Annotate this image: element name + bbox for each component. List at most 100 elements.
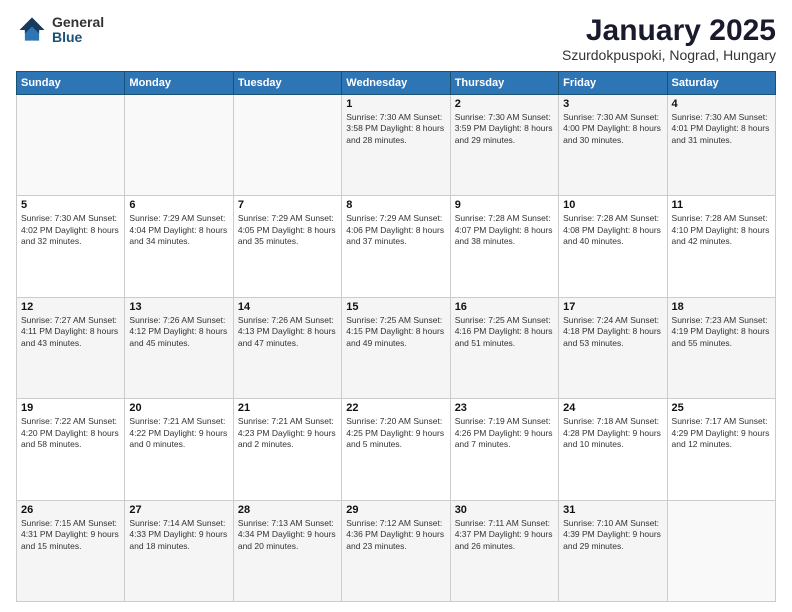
day-content: Sunrise: 7:30 AM Sunset: 3:58 PM Dayligh…: [346, 112, 445, 146]
day-content: Sunrise: 7:30 AM Sunset: 4:00 PM Dayligh…: [563, 112, 662, 146]
day-header-sunday: Sunday: [17, 72, 125, 95]
calendar-cell: 2 Sunrise: 7:30 AM Sunset: 3:59 PM Daylig…: [450, 95, 558, 196]
calendar-cell: 23Sunrise: 7:19 AM Sunset: 4:26 PM Dayli…: [450, 399, 558, 500]
calendar-cell: 6Sunrise: 7:29 AM Sunset: 4:04 PM Daylig…: [125, 196, 233, 297]
day-number: 9: [455, 199, 554, 211]
header-row: SundayMondayTuesdayWednesdayThursdayFrid…: [17, 72, 776, 95]
calendar-cell: 4 Sunrise: 7:30 AM Sunset: 4:01 PM Daylig…: [667, 95, 775, 196]
day-number: 31: [563, 504, 662, 516]
day-number: 19: [21, 402, 120, 414]
calendar-cell: [17, 95, 125, 196]
calendar-week-5: 26 Sunrise: 7:15 AM Sunset: 4:31 PM Dayli…: [17, 500, 776, 601]
day-content: Sunrise: 7:28 AM Sunset: 4:10 PM Dayligh…: [672, 213, 771, 247]
calendar-week-3: 12 Sunrise: 7:27 AM Sunset: 4:11 PM Dayli…: [17, 297, 776, 398]
day-content: Sunrise: 7:30 AM Sunset: 4:01 PM Dayligh…: [672, 112, 771, 146]
day-number: 27: [129, 504, 228, 516]
calendar-title: January 2025: [562, 14, 776, 47]
logo-general-text: General: [52, 15, 104, 30]
calendar-cell: 9 Sunrise: 7:28 AM Sunset: 4:07 PM Daylig…: [450, 196, 558, 297]
day-number: 12: [21, 301, 120, 313]
day-content: Sunrise: 7:25 AM Sunset: 4:15 PM Dayligh…: [346, 315, 445, 349]
day-content: Sunrise: 7:25 AM Sunset: 4:16 PM Dayligh…: [455, 315, 554, 349]
calendar-cell: 25Sunrise: 7:17 AM Sunset: 4:29 PM Dayli…: [667, 399, 775, 500]
day-number: 11: [672, 199, 771, 211]
day-number: 24: [563, 402, 662, 414]
calendar-cell: 3 Sunrise: 7:30 AM Sunset: 4:00 PM Daylig…: [559, 95, 667, 196]
calendar-cell: 19 Sunrise: 7:22 AM Sunset: 4:20 PM Dayli…: [17, 399, 125, 500]
calendar-cell: [125, 95, 233, 196]
day-content: Sunrise: 7:27 AM Sunset: 4:11 PM Dayligh…: [21, 315, 120, 349]
day-number: 14: [238, 301, 337, 313]
day-number: 7: [238, 199, 337, 211]
day-content: Sunrise: 7:18 AM Sunset: 4:28 PM Dayligh…: [563, 416, 662, 450]
day-content: Sunrise: 7:26 AM Sunset: 4:12 PM Dayligh…: [129, 315, 228, 349]
day-number: 18: [672, 301, 771, 313]
day-number: 25: [672, 402, 771, 414]
day-header-thursday: Thursday: [450, 72, 558, 95]
day-content: Sunrise: 7:15 AM Sunset: 4:31 PM Dayligh…: [21, 518, 120, 552]
logo-text: General Blue: [52, 15, 104, 46]
day-header-monday: Monday: [125, 72, 233, 95]
calendar-subtitle: Szurdokpuspoki, Nograd, Hungary: [562, 47, 776, 63]
day-content: Sunrise: 7:30 AM Sunset: 4:02 PM Dayligh…: [21, 213, 120, 247]
day-content: Sunrise: 7:23 AM Sunset: 4:19 PM Dayligh…: [672, 315, 771, 349]
logo-icon: [16, 14, 48, 46]
day-content: Sunrise: 7:22 AM Sunset: 4:20 PM Dayligh…: [21, 416, 120, 450]
day-number: 4: [672, 98, 771, 110]
day-header-tuesday: Tuesday: [233, 72, 341, 95]
calendar-body: 1 Sunrise: 7:30 AM Sunset: 3:58 PM Daylig…: [17, 95, 776, 602]
calendar-cell: 16 Sunrise: 7:25 AM Sunset: 4:16 PM Dayli…: [450, 297, 558, 398]
day-header-saturday: Saturday: [667, 72, 775, 95]
calendar-week-4: 19 Sunrise: 7:22 AM Sunset: 4:20 PM Dayli…: [17, 399, 776, 500]
day-header-friday: Friday: [559, 72, 667, 95]
calendar-cell: 13Sunrise: 7:26 AM Sunset: 4:12 PM Dayli…: [125, 297, 233, 398]
title-block: January 2025 Szurdokpuspoki, Nograd, Hun…: [562, 14, 776, 63]
calendar-table: SundayMondayTuesdayWednesdayThursdayFrid…: [16, 71, 776, 602]
calendar-cell: 5 Sunrise: 7:30 AM Sunset: 4:02 PM Daylig…: [17, 196, 125, 297]
day-number: 16: [455, 301, 554, 313]
day-number: 2: [455, 98, 554, 110]
day-number: 22: [346, 402, 445, 414]
page: General Blue January 2025 Szurdokpuspoki…: [0, 0, 792, 612]
calendar-header: SundayMondayTuesdayWednesdayThursdayFrid…: [17, 72, 776, 95]
day-number: 29: [346, 504, 445, 516]
calendar-cell: 30 Sunrise: 7:11 AM Sunset: 4:37 PM Dayli…: [450, 500, 558, 601]
header: General Blue January 2025 Szurdokpuspoki…: [16, 14, 776, 63]
day-number: 15: [346, 301, 445, 313]
calendar-cell: 17Sunrise: 7:24 AM Sunset: 4:18 PM Dayli…: [559, 297, 667, 398]
calendar-cell: 7 Sunrise: 7:29 AM Sunset: 4:05 PM Daylig…: [233, 196, 341, 297]
day-content: Sunrise: 7:11 AM Sunset: 4:37 PM Dayligh…: [455, 518, 554, 552]
day-content: Sunrise: 7:12 AM Sunset: 4:36 PM Dayligh…: [346, 518, 445, 552]
day-content: Sunrise: 7:26 AM Sunset: 4:13 PM Dayligh…: [238, 315, 337, 349]
day-content: Sunrise: 7:14 AM Sunset: 4:33 PM Dayligh…: [129, 518, 228, 552]
logo-blue-text: Blue: [52, 30, 104, 45]
calendar-cell: 26 Sunrise: 7:15 AM Sunset: 4:31 PM Dayli…: [17, 500, 125, 601]
day-content: Sunrise: 7:19 AM Sunset: 4:26 PM Dayligh…: [455, 416, 554, 450]
day-number: 3: [563, 98, 662, 110]
day-number: 30: [455, 504, 554, 516]
day-number: 26: [21, 504, 120, 516]
day-content: Sunrise: 7:28 AM Sunset: 4:08 PM Dayligh…: [563, 213, 662, 247]
day-content: Sunrise: 7:10 AM Sunset: 4:39 PM Dayligh…: [563, 518, 662, 552]
calendar-cell: 10Sunrise: 7:28 AM Sunset: 4:08 PM Dayli…: [559, 196, 667, 297]
day-content: Sunrise: 7:21 AM Sunset: 4:22 PM Dayligh…: [129, 416, 228, 450]
day-content: Sunrise: 7:29 AM Sunset: 4:05 PM Dayligh…: [238, 213, 337, 247]
day-content: Sunrise: 7:21 AM Sunset: 4:23 PM Dayligh…: [238, 416, 337, 450]
calendar-cell: 8 Sunrise: 7:29 AM Sunset: 4:06 PM Daylig…: [342, 196, 450, 297]
day-number: 21: [238, 402, 337, 414]
day-content: Sunrise: 7:29 AM Sunset: 4:04 PM Dayligh…: [129, 213, 228, 247]
day-content: Sunrise: 7:29 AM Sunset: 4:06 PM Dayligh…: [346, 213, 445, 247]
calendar-week-1: 1 Sunrise: 7:30 AM Sunset: 3:58 PM Daylig…: [17, 95, 776, 196]
day-content: Sunrise: 7:30 AM Sunset: 3:59 PM Dayligh…: [455, 112, 554, 146]
calendar-cell: 27 Sunrise: 7:14 AM Sunset: 4:33 PM Dayli…: [125, 500, 233, 601]
calendar-cell: [667, 500, 775, 601]
day-number: 1: [346, 98, 445, 110]
calendar-cell: [233, 95, 341, 196]
calendar-cell: 18 Sunrise: 7:23 AM Sunset: 4:19 PM Dayli…: [667, 297, 775, 398]
day-number: 5: [21, 199, 120, 211]
day-content: Sunrise: 7:28 AM Sunset: 4:07 PM Dayligh…: [455, 213, 554, 247]
day-number: 17: [563, 301, 662, 313]
day-number: 8: [346, 199, 445, 211]
calendar-cell: 1 Sunrise: 7:30 AM Sunset: 3:58 PM Daylig…: [342, 95, 450, 196]
day-header-wednesday: Wednesday: [342, 72, 450, 95]
